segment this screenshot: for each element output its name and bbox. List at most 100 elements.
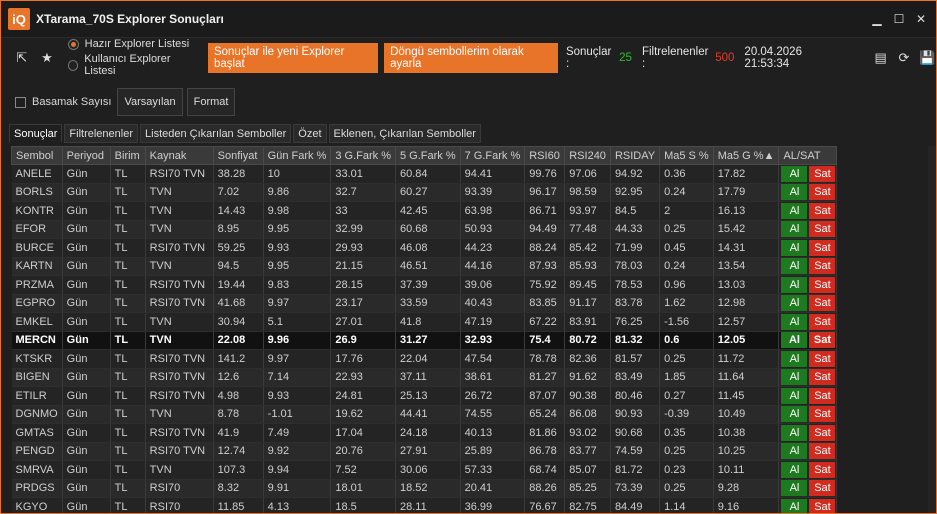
favorite-icon[interactable]: ★ bbox=[38, 49, 55, 67]
sell-button[interactable]: Sat bbox=[809, 498, 836, 513]
table-row[interactable]: BURCE Gün TL RSI70 TVN 59.25 9.93 29.93 46.08 44… bbox=[11, 238, 838, 258]
table-row[interactable]: SMRVA Gün TL TVN 107.3 9.94 7.52 30.06 57.33 68.7… bbox=[11, 460, 838, 480]
buy-button[interactable]: Al bbox=[781, 295, 808, 312]
column-header[interactable]: Sembol bbox=[11, 146, 63, 165]
sell-button[interactable]: Sat bbox=[809, 295, 836, 312]
sell-button[interactable]: Sat bbox=[809, 276, 836, 293]
tab-1[interactable]: Filtrelenenler bbox=[64, 124, 139, 143]
table-row[interactable]: KONTR Gün TL TVN 14.43 9.98 33 42.45 63.98 86.71 9… bbox=[11, 201, 838, 221]
decimal-digits-checkbox[interactable] bbox=[15, 96, 26, 108]
restart-explorer-button[interactable]: Sonuçlar ile yeni Explorer başlat bbox=[207, 42, 379, 73]
table-row[interactable]: GMTAS Gün TL RSI70 TVN 41.9 7.49 17.04 24.18 40.… bbox=[11, 423, 838, 443]
table-cell: TL bbox=[110, 497, 146, 513]
sell-button[interactable]: Sat bbox=[809, 332, 836, 349]
radio-ready-indicator[interactable] bbox=[67, 38, 79, 50]
column-header[interactable]: Ma5 S % bbox=[659, 146, 714, 165]
table-row[interactable]: PRDGS Gün TL RSI70 8.32 9.91 18.01 18.52 20.41 88… bbox=[11, 479, 838, 498]
buy-button[interactable]: Al bbox=[781, 461, 808, 478]
radio-user-list[interactable]: Kullanıcı Explorer Listesi bbox=[67, 53, 200, 77]
column-header[interactable]: RSIDAY bbox=[609, 146, 661, 165]
set-cycle-symbols-button[interactable]: Döngü sembollerim olarak ayarla bbox=[384, 42, 558, 73]
column-header[interactable]: RSI240 bbox=[564, 146, 611, 165]
tab-4[interactable]: Eklenen, Çıkarılan Semboller bbox=[328, 124, 481, 143]
minimize-icon[interactable]: ▁ bbox=[868, 10, 886, 28]
export-icon[interactable]: ⇱ bbox=[13, 49, 30, 67]
table-row[interactable]: MERCN Gün TL TVN 22.08 9.96 26.9 31.27 32.93 75.4… bbox=[11, 331, 838, 350]
buy-button[interactable]: Al bbox=[781, 332, 808, 349]
sell-button[interactable]: Sat bbox=[809, 480, 836, 497]
maximize-icon[interactable]: ☐ bbox=[890, 10, 908, 28]
sell-button[interactable]: Sat bbox=[809, 165, 836, 182]
table-cell: KONTR bbox=[11, 201, 63, 221]
table-row[interactable]: DGNMO Gün TL TVN 8.78 -1.01 19.62 44.41 74.55 65.… bbox=[11, 405, 838, 424]
sell-button[interactable]: Sat bbox=[809, 239, 836, 256]
buy-button[interactable]: Al bbox=[781, 480, 808, 497]
sell-button[interactable]: Sat bbox=[809, 443, 836, 460]
table-row[interactable]: KARTN Gün TL TVN 94.5 9.95 21.15 46.51 44.16 87.9… bbox=[11, 257, 838, 276]
default-button[interactable]: Varsayılan bbox=[117, 88, 183, 116]
table-row[interactable]: KGYO Gün TL RSI70 11.85 4.13 18.5 28.11 36.99 76.… bbox=[11, 497, 838, 513]
column-header[interactable]: Kaynak bbox=[144, 146, 214, 165]
buy-button[interactable]: Al bbox=[781, 350, 808, 367]
tab-2[interactable]: Listeden Çıkarılan Semboller bbox=[140, 124, 292, 143]
sell-button[interactable]: Sat bbox=[809, 406, 836, 423]
column-header[interactable]: AL/SAT bbox=[778, 146, 838, 165]
table-row[interactable]: BIGEN Gün TL RSI70 TVN 12.6 7.14 22.93 37.11 38.… bbox=[11, 368, 838, 387]
buy-button[interactable]: Al bbox=[781, 221, 808, 238]
buy-button[interactable]: Al bbox=[781, 369, 808, 386]
buy-button[interactable]: Al bbox=[781, 498, 808, 513]
column-header[interactable]: Ma5 G %▲ bbox=[712, 146, 780, 165]
column-header[interactable]: Birim bbox=[109, 146, 146, 165]
column-header[interactable]: 7 G.Fark % bbox=[459, 146, 526, 165]
sell-button[interactable]: Sat bbox=[809, 313, 836, 330]
tab-3[interactable]: Özet bbox=[293, 124, 327, 143]
sell-button[interactable]: Sat bbox=[809, 221, 836, 238]
sell-button[interactable]: Sat bbox=[809, 369, 836, 386]
column-header[interactable]: Gün Fark % bbox=[262, 146, 332, 165]
buy-button[interactable]: Al bbox=[781, 406, 808, 423]
buy-button[interactable]: Al bbox=[781, 313, 808, 330]
refresh-icon[interactable]: ⟳ bbox=[895, 49, 912, 67]
column-header[interactable]: Sonfiyat bbox=[212, 146, 264, 165]
sell-button[interactable]: Sat bbox=[809, 387, 836, 404]
buy-button[interactable]: Al bbox=[781, 258, 808, 275]
sell-button[interactable]: Sat bbox=[809, 258, 836, 275]
buy-button[interactable]: Al bbox=[781, 387, 808, 404]
buy-button[interactable]: Al bbox=[781, 202, 808, 219]
buy-button[interactable]: Al bbox=[781, 276, 808, 293]
table-row[interactable]: ANELE Gün TL RSI70 TVN 38.28 10 33.01 60.84 94.4… bbox=[11, 164, 838, 184]
table-row[interactable]: PENGD Gün TL RSI70 TVN 12.74 9.92 20.76 27.91 25… bbox=[11, 442, 838, 461]
format-button[interactable]: Format bbox=[186, 88, 236, 116]
column-header[interactable]: Periyod bbox=[61, 146, 111, 165]
table-cell: 5.1 bbox=[263, 312, 332, 332]
tab-0[interactable]: Sonuçlar bbox=[9, 124, 63, 143]
table-row[interactable]: ETILR Gün TL RSI70 TVN 4.98 9.93 24.81 25.13 26.… bbox=[11, 386, 838, 406]
column-header[interactable]: RSI60 bbox=[524, 146, 566, 165]
close-icon[interactable]: ✕ bbox=[912, 10, 930, 28]
table-row[interactable]: EGPRO Gün TL RSI70 TVN 41.68 9.97 23.17 33.59 40… bbox=[11, 294, 838, 313]
save-icon[interactable]: 💾 bbox=[919, 49, 936, 67]
buy-button[interactable]: Al bbox=[781, 443, 808, 460]
sheet-icon[interactable]: ▤ bbox=[872, 49, 889, 67]
sell-button[interactable]: Sat bbox=[809, 350, 836, 367]
column-header[interactable]: 5 G.Fark % bbox=[394, 146, 461, 165]
sell-button[interactable]: Sat bbox=[809, 424, 836, 441]
sell-button[interactable]: Sat bbox=[809, 202, 836, 219]
vertical-scrollbar[interactable] bbox=[928, 146, 936, 513]
table-row[interactable]: EMKEL Gün TL TVN 30.94 5.1 27.01 41.8 47.19 67.22… bbox=[11, 312, 838, 332]
table-cell: BURCE bbox=[11, 238, 63, 258]
buy-button[interactable]: Al bbox=[781, 424, 808, 441]
table-row[interactable]: KTSKR Gün TL RSI70 TVN 141.2 9.97 17.76 22.04 47… bbox=[11, 349, 838, 369]
buy-button[interactable]: Al bbox=[781, 239, 808, 256]
radio-ready-list[interactable]: Hazır Explorer Listesi bbox=[67, 38, 200, 50]
table-row[interactable]: PRZMA Gün TL RSI70 TVN 19.44 9.83 28.15 37.39 39… bbox=[11, 275, 838, 295]
buy-button[interactable]: Al bbox=[781, 165, 808, 182]
sell-button[interactable]: Sat bbox=[809, 461, 836, 478]
radio-user-indicator[interactable] bbox=[67, 59, 79, 71]
table-row[interactable]: BORLS Gün TL TVN 7.02 9.86 32.7 60.27 93.39 96.17… bbox=[11, 183, 838, 202]
column-header[interactable]: 3 G.Fark % bbox=[330, 146, 396, 165]
buy-button[interactable]: Al bbox=[781, 184, 808, 201]
title-bar[interactable]: iQ XTarama_70S Explorer Sonuçları ▁ ☐ ✕ bbox=[1, 1, 936, 37]
table-row[interactable]: EFOR Gün TL TVN 8.95 9.95 32.99 60.68 50.93 94.49… bbox=[11, 220, 838, 239]
sell-button[interactable]: Sat bbox=[809, 184, 836, 201]
